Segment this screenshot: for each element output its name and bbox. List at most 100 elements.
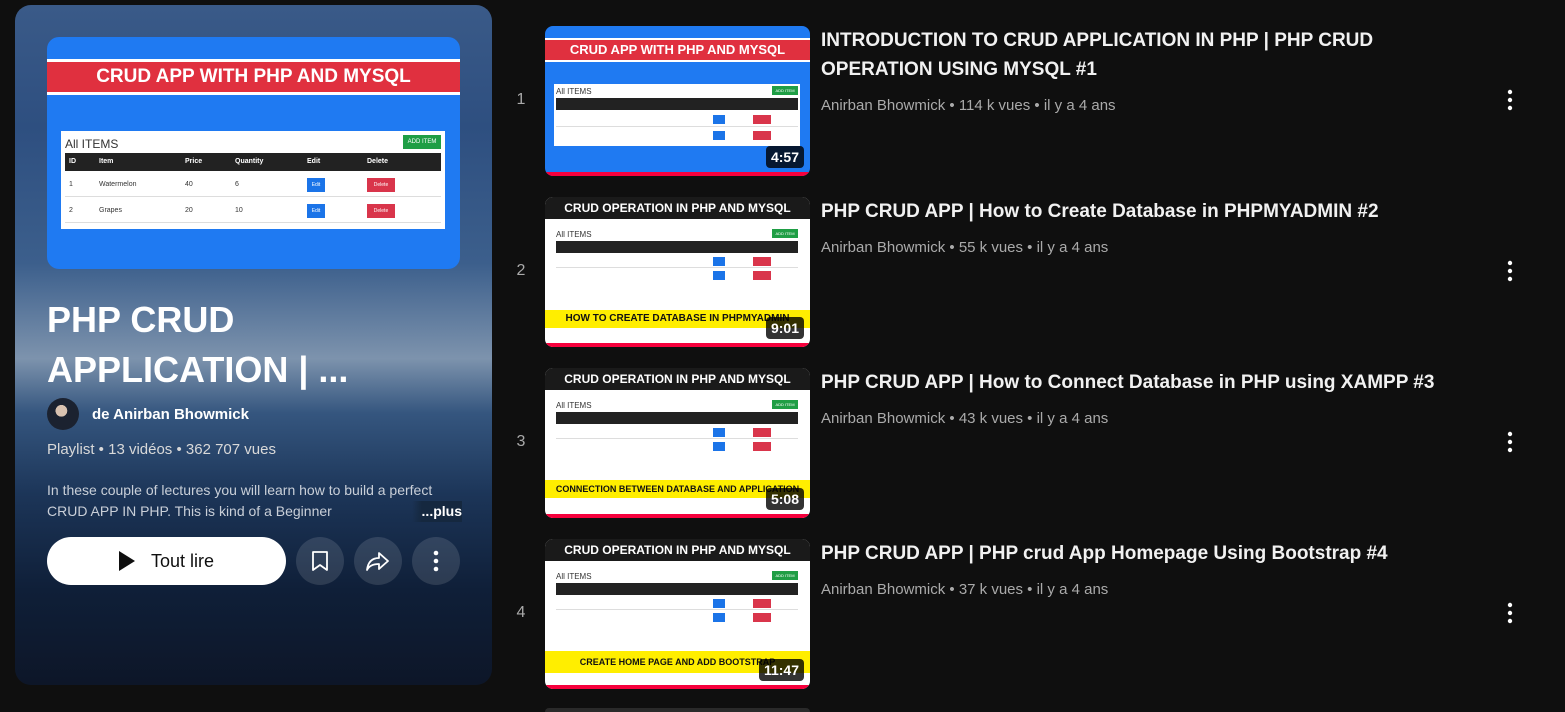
thumb-header-bar: CRUD OPERATION IN PHP AND MYSQL <box>545 539 810 561</box>
meta-separator: • <box>949 97 959 114</box>
video-title[interactable]: PHP CRUD APP | How to Connect Database i… <box>821 368 1461 397</box>
col-quantity: Quantity <box>235 158 264 165</box>
bookmark-icon <box>312 551 328 571</box>
cell: 1 <box>69 181 73 188</box>
video-duration: 5:08 <box>765 488 804 510</box>
video-index: 3 <box>516 433 526 450</box>
video-meta: Anirban Bhowmick • 43 k vues • il y a 4 … <box>821 410 1108 427</box>
playlist-meta: Playlist • 13 vidéos • 362 707 vues <box>47 441 276 458</box>
cell-edit-button: Edit <box>307 178 325 192</box>
thumb-table: All ITEMS ADD ITEM <box>554 227 800 283</box>
video-stats: 37 k vues • il y a 4 ans <box>958 581 1109 598</box>
video-duration: 9:01 <box>765 317 804 339</box>
watch-progress-bar <box>545 172 810 176</box>
video-thumbnail[interactable]: CRUD OPERATION IN PHP AND MYSQL All ITEM… <box>545 368 810 518</box>
video-duration: 11:47 <box>758 659 804 681</box>
thumb-header-text: CRUD OPERATION IN PHP AND MYSQL <box>564 201 791 215</box>
description-text: In these couple of lectures you will lea… <box>47 482 433 519</box>
cell: 10 <box>235 207 243 214</box>
meta-separator: • <box>949 239 959 256</box>
thumb-table-header <box>556 241 798 253</box>
playlist-actions: Tout lire <box>47 537 470 585</box>
cell: Watermelon <box>99 181 137 188</box>
thumb-header-text: CRUD OPERATION IN PHP AND MYSQL <box>564 543 791 557</box>
video-thumbnail[interactable]: CRUD APP WITH PHP AND MYSQL All ITEMS AD… <box>545 26 810 176</box>
thumb-table-row <box>556 611 798 624</box>
thumb-table-title: All ITEMS <box>556 572 592 581</box>
thumbnail-table: All ITEMS ADD ITEM ID Item Price Quantit… <box>61 131 445 229</box>
thumb-table-row <box>556 426 798 439</box>
more-vertical-icon <box>1507 89 1513 111</box>
video-menu-button[interactable] <box>1495 427 1525 457</box>
cell: 20 <box>185 207 193 214</box>
video-thumbnail[interactable]: CRUD OPERATION IN PHP AND MYSQL All ITEM… <box>545 539 810 689</box>
more-vertical-icon <box>1507 602 1513 624</box>
video-meta: Anirban Bhowmick • 37 k vues • il y a 4 … <box>821 581 1108 598</box>
col-price: Price <box>185 158 203 165</box>
thumb-table: All ITEMS ADD ITEM <box>554 84 800 146</box>
channel-name[interactable]: Anirban Bhowmick <box>821 410 945 427</box>
video-title[interactable]: PHP CRUD APP | PHP crud App Homepage Usi… <box>821 539 1461 568</box>
more-actions-button[interactable] <box>412 537 460 585</box>
video-meta: Anirban Bhowmick • 114 k vues • il y a 4… <box>821 97 1116 114</box>
cell: 2 <box>69 207 73 214</box>
thumb-banner-text: CRUD APP WITH PHP AND MYSQL <box>569 42 786 57</box>
video-title[interactable]: INTRODUCTION TO CRUD APPLICATION IN PHP … <box>821 26 1461 84</box>
video-duration: 4:57 <box>765 146 804 168</box>
cell: 40 <box>185 181 193 188</box>
thumb-table-row <box>556 440 798 453</box>
channel-name[interactable]: Anirban Bhowmick <box>821 581 945 598</box>
thumb-table-row <box>556 255 798 268</box>
thumb-table-row <box>556 128 798 143</box>
thumb-table-header <box>556 98 798 110</box>
thumb-table-row <box>556 112 798 127</box>
share-button[interactable] <box>354 537 402 585</box>
cell: 6 <box>235 181 239 188</box>
more-link[interactable]: ...plus <box>411 501 462 522</box>
playlist-header: CRUD APP WITH PHP AND MYSQL All ITEMS AD… <box>15 5 492 685</box>
channel-name[interactable]: Anirban Bhowmick <box>821 239 945 256</box>
save-button[interactable] <box>296 537 344 585</box>
channel-name[interactable]: Anirban Bhowmick <box>821 97 945 114</box>
thumb-header-text: CRUD OPERATION IN PHP AND MYSQL <box>564 372 791 386</box>
thumb-table-title: All ITEMS <box>556 230 592 239</box>
video-stats: 114 k vues • il y a 4 ans <box>958 97 1116 114</box>
thumbnail-banner: CRUD APP WITH PHP AND MYSQL <box>47 59 460 95</box>
play-all-label: Tout lire <box>150 550 215 571</box>
thumb-table-row <box>556 597 798 610</box>
next-video-thumbnail[interactable] <box>545 708 810 712</box>
video-row[interactable]: 1 CRUD APP WITH PHP AND MYSQL All ITEMS … <box>505 26 1535 176</box>
watch-progress-bar <box>545 685 810 689</box>
meta-separator: • <box>949 410 959 427</box>
playlist-description[interactable]: In these couple of lectures you will lea… <box>47 480 462 522</box>
thumbnail-table-row: 2 Grapes 20 10 Edit Delete <box>65 199 441 223</box>
thumbnail-table-row: 1 Watermelon 40 6 Edit Delete <box>65 173 441 197</box>
video-row[interactable]: 4 CRUD OPERATION IN PHP AND MYSQL All IT… <box>505 539 1535 689</box>
thumb-add-button: ADD ITEM <box>772 229 798 238</box>
more-vertical-icon <box>433 550 439 572</box>
playlist-owner[interactable]: de Anirban Bhowmick <box>47 398 249 430</box>
thumb-add-button: ADD ITEM <box>772 400 798 409</box>
avatar[interactable] <box>47 398 79 430</box>
cell: Grapes <box>99 207 122 214</box>
play-all-button[interactable]: Tout lire <box>47 537 286 585</box>
video-title[interactable]: PHP CRUD APP | How to Create Database in… <box>821 197 1461 226</box>
thumbnail-add-button: ADD ITEM <box>403 135 441 149</box>
video-thumbnail[interactable]: CRUD OPERATION IN PHP AND MYSQL All ITEM… <box>545 197 810 347</box>
playlist-thumbnail[interactable]: CRUD APP WITH PHP AND MYSQL All ITEMS AD… <box>47 37 460 269</box>
video-menu-button[interactable] <box>1495 256 1525 286</box>
video-row[interactable]: 3 CRUD OPERATION IN PHP AND MYSQL All IT… <box>505 368 1535 518</box>
thumbnail-table-header: ID Item Price Quantity Edit Delete <box>65 153 441 171</box>
owner-name[interactable]: de Anirban Bhowmick <box>92 406 249 423</box>
thumb-banner: CRUD APP WITH PHP AND MYSQL <box>545 38 810 62</box>
share-icon <box>366 552 389 571</box>
video-stats: 43 k vues • il y a 4 ans <box>958 410 1109 427</box>
video-row[interactable]: 2 CRUD OPERATION IN PHP AND MYSQL All IT… <box>505 197 1535 347</box>
more-vertical-icon <box>1507 431 1513 453</box>
video-index: 2 <box>516 262 526 279</box>
video-menu-button[interactable] <box>1495 85 1525 115</box>
video-menu-button[interactable] <box>1495 598 1525 628</box>
video-meta: Anirban Bhowmick • 55 k vues • il y a 4 … <box>821 239 1108 256</box>
playlist-title: PHP CRUD APPLICATION | ... <box>47 299 349 390</box>
thumb-add-button: ADD ITEM <box>772 571 798 580</box>
